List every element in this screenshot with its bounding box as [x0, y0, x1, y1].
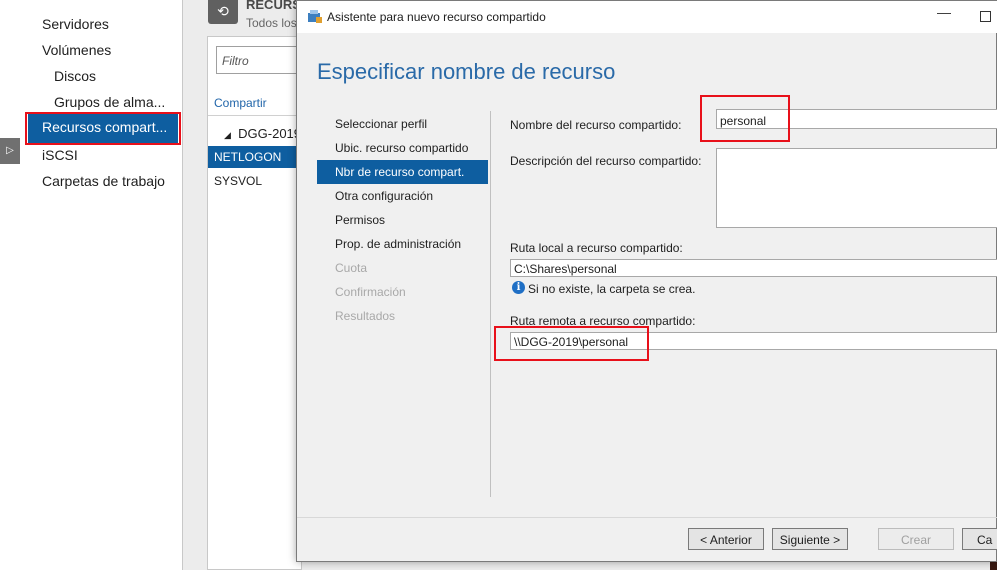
highlight-box-nav: [25, 112, 181, 145]
steps-separator: [490, 111, 491, 497]
shares-list: [207, 36, 302, 570]
local-path-label: Ruta local a recurso compartido:: [510, 241, 683, 255]
nav-item-servidores[interactable]: Servidores: [42, 16, 109, 32]
expand-arrow-icon[interactable]: ▷: [0, 138, 20, 164]
list-divider: [208, 115, 302, 116]
highlight-box-share-name: [700, 95, 790, 142]
maximize-button[interactable]: [980, 11, 991, 22]
filter-input[interactable]: Filtro: [216, 46, 300, 74]
description-field[interactable]: [716, 148, 997, 228]
footer-separator: [297, 517, 997, 518]
highlight-box-remote-path: [494, 326, 649, 361]
dialog-title: Asistente para nuevo recurso compartido: [327, 10, 546, 24]
cancel-button[interactable]: Ca: [962, 528, 997, 550]
left-navigation: Servidores Volúmenes Discos Grupos de al…: [0, 0, 183, 570]
shares-icon: ⟲: [208, 0, 238, 24]
share-wizard-icon: [308, 10, 322, 23]
collapse-triangle-icon[interactable]: ◢: [224, 130, 231, 140]
step-resultados: Resultados: [335, 309, 396, 323]
server-group-label: DGG-2019: [238, 126, 302, 141]
step-prop-administracion[interactable]: Prop. de administración: [335, 237, 461, 251]
column-header-compartir[interactable]: Compartir: [214, 96, 267, 110]
step-nombre-recurso[interactable]: Nbr de recurso compart.: [317, 160, 488, 184]
info-icon: i: [512, 281, 525, 294]
description-label: Descripción del recurso compartido:: [510, 154, 702, 168]
share-name-label: Nombre del recurso compartido:: [510, 118, 682, 132]
step-seleccionar-perfil[interactable]: Seleccionar perfil: [335, 117, 427, 131]
nav-item-volumenes[interactable]: Volúmenes: [42, 42, 111, 58]
local-path-field[interactable]: C:\Shares\personal: [510, 259, 997, 277]
step-confirmacion: Confirmación: [335, 285, 406, 299]
step-ubicacion[interactable]: Ubic. recurso compartido: [335, 141, 468, 155]
dialog-titlebar[interactable]: Asistente para nuevo recurso compartido …: [297, 1, 997, 33]
minimize-button[interactable]: —: [937, 4, 951, 20]
nav-item-grupos[interactable]: Grupos de alma...: [54, 94, 165, 110]
share-row[interactable]: NETLOGON: [208, 146, 302, 168]
nav-item-iscsi[interactable]: iSCSI: [42, 147, 78, 163]
page-heading: Especificar nombre de recurso: [317, 59, 616, 84]
nav-item-carpetas-trabajo[interactable]: Carpetas de trabajo: [42, 173, 165, 189]
shares-panel-title: RECURS: [246, 0, 301, 12]
nav-item-discos[interactable]: Discos: [54, 68, 96, 84]
new-share-wizard-dialog: Asistente para nuevo recurso compartido …: [296, 0, 997, 562]
step-otra-configuracion[interactable]: Otra configuración: [335, 189, 433, 203]
info-text: Si no existe, la carpeta se crea.: [528, 282, 696, 296]
next-button[interactable]: Siguiente >: [772, 528, 848, 550]
create-button: Crear: [878, 528, 954, 550]
back-button[interactable]: < Anterior: [688, 528, 764, 550]
shares-panel-subtitle: Todos los: [246, 16, 297, 30]
server-group[interactable]: ◢ DGG-2019: [224, 126, 301, 141]
step-permisos[interactable]: Permisos: [335, 213, 385, 227]
share-row[interactable]: SYSVOL: [208, 170, 302, 192]
step-cuota: Cuota: [335, 261, 368, 275]
